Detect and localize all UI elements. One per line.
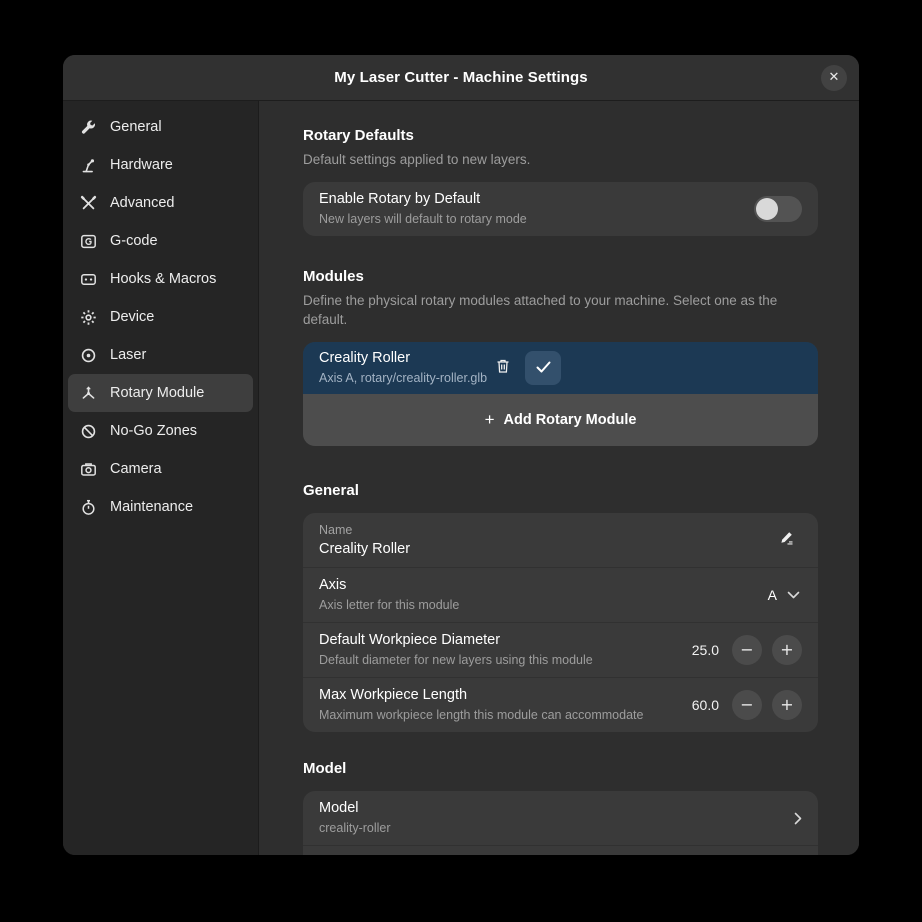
settings-sidebar: General Hardware Advanced G-code Hooks & Mac… — [63, 101, 259, 855]
laser-dot-icon — [80, 347, 97, 364]
gear-icon — [80, 309, 97, 326]
diameter-subtitle: Default diameter for new layers using th… — [319, 652, 692, 669]
minus-icon: − — [740, 697, 753, 713]
sidebar-item-label: Device — [110, 309, 154, 325]
rotary-axis-icon — [80, 385, 97, 402]
length-decrease-button[interactable]: − — [732, 690, 762, 720]
robot-arm-icon — [80, 157, 97, 174]
plus-icon: + — [780, 642, 793, 658]
chevron-right-icon — [794, 812, 802, 825]
prohibition-icon — [80, 423, 97, 440]
sidebar-item-label: Hardware — [110, 157, 173, 173]
sidebar-item-label: Laser — [110, 347, 146, 363]
enable-rotary-subtitle: New layers will default to rotary mode — [319, 211, 754, 228]
sidebar-item-label: Advanced — [110, 195, 175, 211]
length-value: 60.0 — [692, 697, 719, 713]
gcode-icon — [80, 233, 97, 250]
sidebar-item-general[interactable]: General — [68, 108, 253, 146]
enable-rotary-title: Enable Rotary by Default — [319, 190, 754, 209]
default-workpiece-diameter-row: Default Workpiece Diameter Default diame… — [303, 622, 818, 677]
sidebar-item-rotary-module[interactable]: Rotary Module — [68, 374, 253, 412]
model-row[interactable]: Model creality-roller — [303, 791, 818, 845]
sidebar-item-hooks-macros[interactable]: Hooks & Macros — [68, 260, 253, 298]
rotary-defaults-subtitle: Default settings applied to new layers. — [303, 150, 818, 169]
name-label: Name — [319, 522, 770, 538]
trash-icon — [495, 358, 511, 378]
general-heading: General — [303, 482, 818, 500]
module-details: Axis A, rotary/creality-roller.glb — [319, 370, 487, 387]
stopwatch-icon — [80, 499, 97, 516]
close-button[interactable]: ✕ — [821, 65, 847, 91]
sidebar-item-gcode[interactable]: G-code — [68, 222, 253, 260]
rotary-defaults-heading: Rotary Defaults — [303, 127, 818, 145]
sidebar-item-maintenance[interactable]: Maintenance — [68, 488, 253, 526]
sidebar-item-device[interactable]: Device — [68, 298, 253, 336]
sidebar-item-advanced[interactable]: Advanced — [68, 184, 253, 222]
sidebar-item-camera[interactable]: Camera — [68, 450, 253, 488]
sidebar-item-label: G-code — [110, 233, 158, 249]
name-row[interactable]: Name Creality Roller — [303, 513, 818, 567]
modules-subtitle: Define the physical rotary modules attac… — [303, 291, 803, 329]
settings-content: Rotary Defaults Default settings applied… — [259, 101, 859, 855]
enable-rotary-row: Enable Rotary by Default New layers will… — [303, 182, 818, 236]
crossed-tools-icon — [80, 195, 97, 212]
window-title: My Laser Cutter - Machine Settings — [334, 69, 587, 86]
close-icon: ✕ — [829, 70, 840, 85]
select-default-module-button[interactable] — [525, 351, 561, 385]
axis-title: Axis — [319, 576, 768, 595]
length-subtitle: Maximum workpiece length this module can… — [319, 707, 692, 724]
max-workpiece-length-row: Max Workpiece Length Maximum workpiece l… — [303, 677, 818, 732]
machine-settings-window: My Laser Cutter - Machine Settings ✕ Gen… — [63, 55, 859, 855]
diameter-title: Default Workpiece Diameter — [319, 631, 692, 650]
module-row-creality-roller[interactable]: Creality Roller Axis A, rotary/creality-… — [303, 342, 818, 394]
plus-icon: + — [780, 697, 793, 713]
edit-pencil-icon — [778, 530, 795, 550]
sidebar-item-laser[interactable]: Laser — [68, 336, 253, 374]
model-heading: Model — [303, 760, 818, 778]
sidebar-item-label: Camera — [110, 461, 162, 477]
diameter-decrease-button[interactable]: − — [732, 635, 762, 665]
add-rotary-module-label: Add Rotary Module — [504, 412, 637, 428]
minus-icon: − — [740, 642, 753, 658]
axis-dropdown[interactable]: A — [768, 587, 802, 603]
axis-subtitle: Axis letter for this module — [319, 597, 768, 614]
plus-icon: + — [485, 410, 495, 430]
camera-icon — [80, 461, 97, 478]
length-increase-button[interactable]: + — [772, 690, 802, 720]
sidebar-item-no-go-zones[interactable]: No-Go Zones — [68, 412, 253, 450]
edit-name-button[interactable] — [770, 524, 802, 556]
sidebar-item-label: Rotary Module — [110, 385, 204, 401]
toggle-knob — [756, 198, 778, 220]
module-name: Creality Roller — [319, 349, 487, 368]
titlebar: My Laser Cutter - Machine Settings ✕ — [63, 55, 859, 101]
diameter-increase-button[interactable]: + — [772, 635, 802, 665]
name-value: Creality Roller — [319, 540, 770, 559]
length-title: Max Workpiece Length — [319, 686, 692, 705]
model-title: Model — [319, 799, 794, 818]
scale-row: Scale − + — [303, 845, 818, 855]
wrench-icon — [80, 119, 97, 136]
sidebar-item-label: General — [110, 119, 162, 135]
sidebar-item-label: Hooks & Macros — [110, 271, 216, 287]
axis-row[interactable]: Axis Axis letter for this module A — [303, 567, 818, 622]
modules-heading: Modules — [303, 268, 818, 286]
sidebar-item-label: Maintenance — [110, 499, 193, 515]
add-rotary-module-button[interactable]: + Add Rotary Module — [303, 394, 818, 446]
axis-value: A — [768, 587, 777, 603]
sidebar-item-hardware[interactable]: Hardware — [68, 146, 253, 184]
sidebar-item-label: No-Go Zones — [110, 423, 197, 439]
diameter-value: 25.0 — [692, 642, 719, 658]
macro-icon — [80, 271, 97, 288]
model-value: creality-roller — [319, 820, 794, 837]
enable-rotary-toggle[interactable] — [754, 196, 802, 222]
delete-module-button[interactable] — [487, 352, 519, 384]
check-icon — [536, 361, 551, 376]
chevron-down-icon — [787, 591, 800, 599]
